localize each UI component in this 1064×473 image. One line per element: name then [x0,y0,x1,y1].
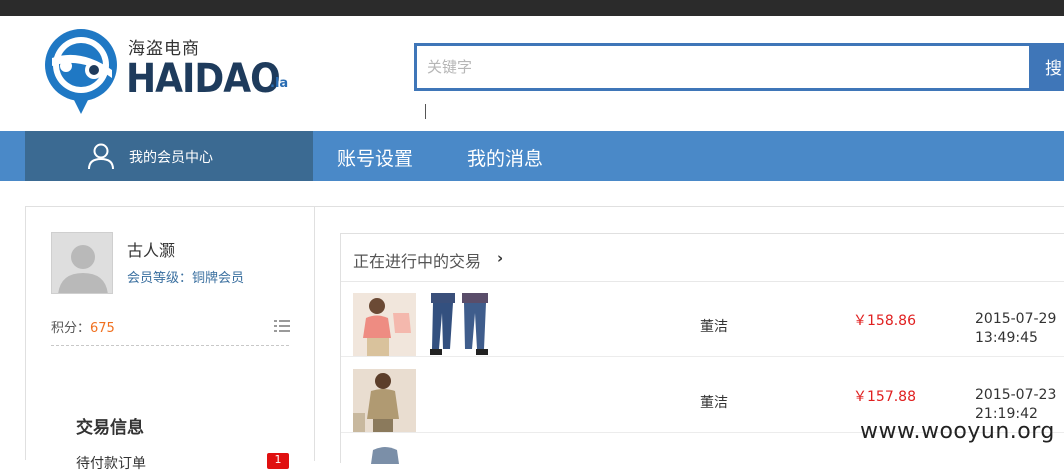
nav-member-label: 我的会员中心 [129,150,213,166]
search-box: 搜 [414,43,1064,91]
points-value: 675 [90,321,115,336]
search-button[interactable]: 搜 [1029,43,1064,91]
trade-row[interactable]: 董洁 ￥158.86 2015-07-29 13:49:45 [341,282,1064,357]
order-price: ￥157.88 [853,389,916,405]
trades-header[interactable]: 正在进行中的交易 › [341,234,1064,282]
order-price: ￥158.86 [853,313,916,329]
logo-suffix: .la [270,76,289,91]
watermark: www.wooyun.org [860,419,1055,444]
nav-account-settings[interactable]: 账号设置 [337,144,413,171]
product-image-icon [353,369,416,432]
user-name: 古人灏 [127,241,176,260]
search-input[interactable] [417,46,1029,88]
site-logo[interactable]: 海盗电商 HAIDAO .la [42,26,302,118]
product-thumbnail[interactable] [353,293,416,356]
nav-my-messages[interactable]: 我的消息 [467,144,543,171]
product-image-icon [428,293,491,356]
list-icon[interactable] [274,319,290,333]
pending-count-badge: 1 [267,453,289,469]
user-icon [88,143,114,170]
pending-payment-link[interactable]: 待付款订单 [76,453,146,473]
trades-title: 正在进行中的交易 [353,252,482,271]
points-label: 积分： [51,321,91,336]
product-image-icon [353,293,416,356]
top-bar [0,0,1064,16]
profile-sidebar: 古人灏 会员等级：铜牌会员 积分：675 交易信息 待付款订单 1 [26,207,315,472]
product-image-icon [353,444,416,464]
logo-en-text: HAIDAO [126,56,281,102]
logo-mark-icon [45,29,117,114]
points: 积分：675 [51,317,115,336]
product-thumbnail[interactable] [353,369,416,432]
order-date: 2015-07-29 [975,311,1057,327]
buyer-name: 董洁 [700,395,728,411]
order-datetime: 2015-07-29 13:49:45 [975,310,1056,348]
chevron-right-icon: › [497,249,504,267]
order-date: 2015-07-23 [975,387,1057,403]
divider [51,345,289,346]
product-thumbnail[interactable] [428,293,491,356]
product-thumbnail[interactable] [353,444,416,464]
text-cursor [425,104,426,119]
buyer-name: 董洁 [700,319,728,335]
avatar[interactable] [51,232,113,294]
nav-member-center[interactable]: 我的会员中心 [25,131,313,181]
trade-info-title: 交易信息 [76,418,144,438]
avatar-silhouette-icon [52,233,112,293]
main-nav: 我的会员中心 账号设置 我的消息 [0,131,1064,181]
member-level: 会员等级：铜牌会员 [127,271,245,286]
order-time: 13:49:45 [975,330,1038,346]
